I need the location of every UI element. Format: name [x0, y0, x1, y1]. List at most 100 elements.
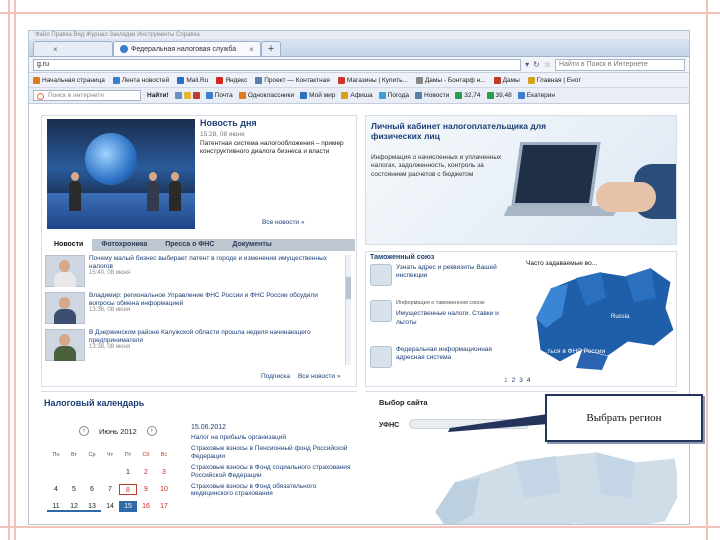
- bookmark-item[interactable]: Дамы: [493, 76, 520, 84]
- translate-icon[interactable]: [174, 92, 182, 99]
- guest-figure: [147, 172, 159, 211]
- star-icon[interactable]: ☆: [544, 60, 551, 69]
- tab-previous[interactable]: ×: [33, 41, 113, 56]
- service-item-fias[interactable]: Федеральная информационная адресная сист…: [370, 346, 520, 368]
- prev-month-icon[interactable]: ‹: [79, 426, 89, 436]
- calendar-day[interactable]: 13: [83, 501, 101, 512]
- tab-press[interactable]: Пресса о ФНС: [156, 239, 223, 251]
- list-item[interactable]: Почему малый бизнес выбирает патент в го…: [45, 255, 343, 290]
- calendar-day[interactable]: 9: [137, 484, 155, 495]
- news-item-link[interactable]: Почему малый бизнес выбирает патент в го…: [89, 255, 343, 270]
- close-tab-icon[interactable]: ×: [249, 45, 254, 54]
- new-tab-button[interactable]: +: [260, 41, 282, 56]
- faq-text[interactable]: Часто задаваемые во...: [526, 260, 597, 268]
- services-pager: 1 2 3 4: [504, 377, 531, 384]
- tab-documents[interactable]: Документы: [223, 239, 280, 251]
- russia-map[interactable]: Russia: [516, 258, 676, 373]
- calendar-event[interactable]: Страховые взносы в Фонд социального стра…: [191, 464, 353, 479]
- toolbar-item[interactable]: 32,74: [455, 92, 481, 99]
- customs-union-label[interactable]: Таможенный союз: [370, 254, 434, 261]
- news-scrollbar[interactable]: [345, 255, 351, 365]
- bookmark-item[interactable]: Mail.Ru: [177, 76, 208, 84]
- bookmark-item[interactable]: Лента новостей: [112, 76, 169, 84]
- calendar-event[interactable]: Страховые взносы в Пенсионный фонд Росси…: [191, 445, 353, 460]
- page-4[interactable]: 4: [527, 377, 531, 384]
- toolbar-item[interactable]: Афиша: [341, 92, 373, 99]
- subscribe-link[interactable]: Подписка: [261, 373, 290, 380]
- calendar-day[interactable]: 2: [137, 467, 155, 478]
- personal-cabinet-banner[interactable]: Личный кабинет налогоплательщика для физ…: [365, 115, 677, 245]
- tab-news[interactable]: Новости: [45, 239, 93, 251]
- service-item-text[interactable]: Федеральная информационная адресная сист…: [396, 346, 520, 361]
- region-map[interactable]: [425, 432, 677, 525]
- toolbar-item[interactable]: 39,48: [486, 92, 512, 99]
- service-item-text[interactable]: Имущественные налоги. Ставки и льготы: [396, 310, 499, 327]
- calendar-day[interactable]: 3: [155, 467, 173, 478]
- news-of-day-link[interactable]: Патентная система налогообложения – прим…: [200, 140, 352, 156]
- tab-photos[interactable]: Фотохроника: [92, 239, 156, 251]
- cabinet-title[interactable]: Личный кабинет налогоплательщика для физ…: [371, 121, 551, 141]
- navigation-bar: g.ru ▾ ↻ ☆ Найти в Поиск в Интернете: [29, 57, 689, 73]
- service-item-inspection[interactable]: Узнать адрес и реквизиты Вашей инспекции: [370, 264, 520, 286]
- scrollbar-thumb[interactable]: [346, 277, 351, 299]
- find-button[interactable]: Найти!: [147, 92, 169, 99]
- bookmark-item[interactable]: Главная | Енот: [527, 76, 581, 84]
- calendar-day[interactable]: 1: [119, 467, 137, 478]
- calendar-day[interactable]: 10: [155, 484, 173, 495]
- calendar-day[interactable]: 12: [65, 501, 83, 512]
- fns-text[interactable]: ...ться в ФНС России: [542, 348, 605, 356]
- toolbar-item[interactable]: Новости: [415, 92, 449, 99]
- calendar-day[interactable]: 14: [101, 501, 119, 512]
- close-tab-icon[interactable]: ×: [53, 45, 58, 54]
- next-month-icon[interactable]: ›: [146, 426, 157, 436]
- toolbar-item-label: Новости: [424, 92, 450, 99]
- toolbar-item[interactable]: Одноклассники: [238, 92, 294, 99]
- service-item-taxes[interactable]: Информация о таможенном союзе Имуществен…: [370, 300, 520, 327]
- address-bar[interactable]: g.ru: [33, 58, 522, 71]
- bell-icon[interactable]: [192, 92, 200, 99]
- calendar-day[interactable]: 17: [155, 501, 173, 512]
- news-studio-image[interactable]: [47, 119, 195, 229]
- calendar-day[interactable]: 7: [101, 484, 119, 495]
- region-select[interactable]: [409, 419, 529, 429]
- list-item[interactable]: В Дзержинском районе Калужской области п…: [45, 329, 343, 364]
- calendar-event[interactable]: Налог на прибыль организаций: [191, 434, 353, 441]
- page-2[interactable]: 2: [512, 377, 516, 384]
- toolbar-item-label: Афиша: [350, 92, 373, 99]
- bookmark-item[interactable]: Дамы - Бонтарф н...: [415, 76, 486, 84]
- calendar-event[interactable]: Страховые взносы в Фонд обязательного ме…: [191, 483, 353, 498]
- news-item-link[interactable]: Владимир: региональное Управление ФНС Ро…: [89, 292, 343, 307]
- tab-fns[interactable]: Федеральная налоговая служба ×: [113, 41, 261, 56]
- news-item-link[interactable]: В Дзержинском районе Калужской области п…: [89, 329, 343, 344]
- calendar-day[interactable]: 11: [47, 501, 65, 512]
- bookmark-item[interactable]: Начальная страница: [33, 76, 105, 84]
- all-news-footer-link[interactable]: Все новости »: [298, 373, 341, 380]
- page-3[interactable]: 3: [519, 377, 523, 384]
- page-1[interactable]: 1: [504, 377, 508, 384]
- reload-icon[interactable]: ↻: [533, 60, 540, 69]
- menu-bar[interactable]: Файл Правка Вид Журнал Закладки Инструме…: [29, 31, 689, 39]
- dropdown-arrow-icon[interactable]: ▾: [525, 60, 529, 69]
- news-panel: Новость дня 15:28, 08 июня Патентная сис…: [41, 115, 357, 387]
- pencil-icon[interactable]: [183, 92, 191, 99]
- calendar-day[interactable]: 16: [137, 501, 155, 512]
- calendar-day[interactable]: 8: [119, 484, 137, 495]
- toolbar-item[interactable]: Мой мир: [300, 92, 335, 99]
- bookmark-item[interactable]: Магазины | Купить...: [337, 76, 408, 84]
- all-news-link[interactable]: Все новости »: [262, 219, 305, 226]
- toolbar-item[interactable]: Екатерин: [517, 92, 555, 99]
- calendar-day[interactable]: 6: [83, 484, 101, 495]
- service-item-text[interactable]: Узнать адрес и реквизиты Вашей инспекции: [396, 264, 520, 279]
- bookmark-item[interactable]: Проект — Контактная: [255, 76, 330, 84]
- fns-map-text: ...ться в ФНС России: [542, 348, 605, 356]
- bookmark-item[interactable]: Яндекс: [216, 76, 247, 84]
- toolbar-item[interactable]: Погода: [378, 92, 409, 99]
- calendar-day[interactable]: 5: [65, 484, 83, 495]
- toolbar-search-input[interactable]: Поиск в интернете: [33, 90, 141, 101]
- news-of-day-date: 15:28, 08 июня: [200, 131, 245, 138]
- toolbar-item[interactable]: Почта: [205, 92, 233, 99]
- browser-search-input[interactable]: Найти в Поиск в Интернете: [555, 58, 685, 71]
- calendar-day[interactable]: 4: [47, 484, 65, 495]
- list-item[interactable]: Владимир: региональное Управление ФНС Ро…: [45, 292, 343, 327]
- calendar-day[interactable]: 15: [119, 501, 137, 512]
